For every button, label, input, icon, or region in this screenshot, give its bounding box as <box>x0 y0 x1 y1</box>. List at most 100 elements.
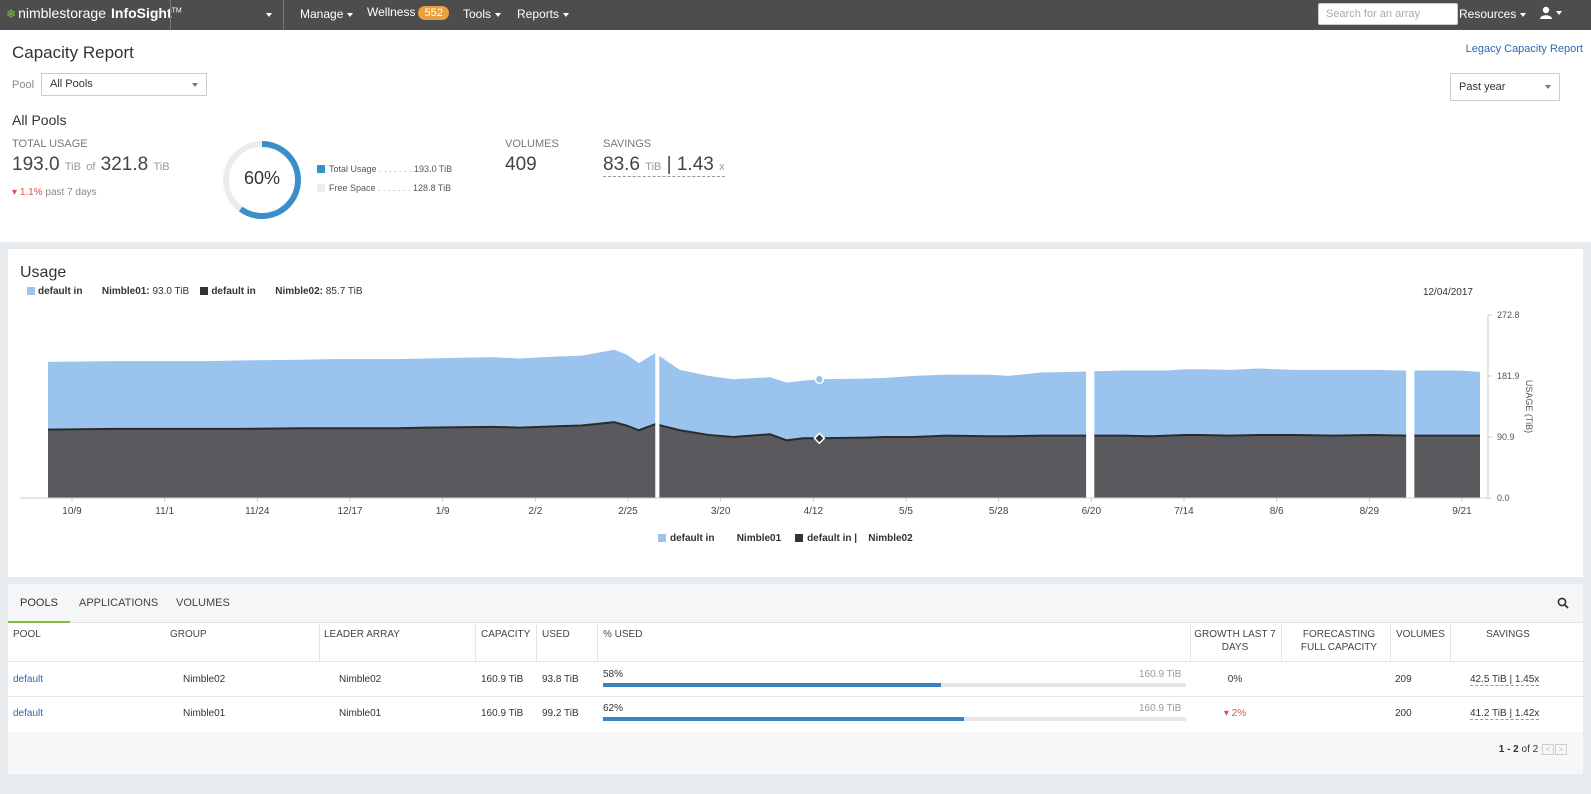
savings-label: SAVINGS <box>603 138 652 150</box>
col-header-volumes[interactable]: VOLUMES <box>1396 628 1445 641</box>
total-usage-value: 193.0 TiB of 321.8 TiB <box>12 154 170 176</box>
nav-manage[interactable]: Manage <box>300 7 354 21</box>
col-header-percent-used[interactable]: % USED <box>603 628 642 641</box>
x-tick-label: 12/17 <box>337 506 362 517</box>
x-tick-label: 3/20 <box>711 506 731 517</box>
x-tick-label: 5/5 <box>899 506 913 517</box>
col-header-savings[interactable]: SAVINGS <box>1458 628 1558 641</box>
table-row[interactable]: default Nimble02 Nimble02 160.9 TiB 93.8… <box>8 661 1583 697</box>
data-gap <box>1406 305 1415 498</box>
savings-separator: | <box>666 154 672 175</box>
pool-label: Pool <box>12 79 35 91</box>
usage-unit: TiB <box>64 161 81 173</box>
brand-name: nimblestorage <box>18 5 106 21</box>
legend2-name: Nimble02: <box>275 286 324 297</box>
delta-value: 1.1% <box>19 187 43 198</box>
usage-progress-fill <box>603 683 942 687</box>
cell-pool-link[interactable]: default <box>13 708 43 719</box>
x-tick-label: 8/6 <box>1270 506 1284 517</box>
usage-bottom-legend[interactable]: default in Nimble01 default in | Nimble0… <box>658 533 913 544</box>
context-dropdown[interactable] <box>262 7 272 21</box>
legend-label: Total Usage <box>329 164 377 174</box>
column-divider <box>536 623 537 661</box>
y-tick-label: 0.0 <box>1497 493 1510 503</box>
nav-resources[interactable]: Resources <box>1459 7 1527 21</box>
nav-tools[interactable]: Tools <box>463 7 502 21</box>
x-tick-label: 2/2 <box>528 506 542 517</box>
usage-amount: 193.0 <box>12 154 60 175</box>
x-tick-label: 10/9 <box>62 506 82 517</box>
cell-savings[interactable]: 42.5 TiB | 1.45x <box>1470 674 1540 686</box>
x-tick-label: 7/14 <box>1174 506 1194 517</box>
growth-value: 2% <box>1231 708 1247 719</box>
hover-marker-nimble01 <box>814 374 825 385</box>
legend1-value: 93.0 TiB <box>152 286 190 297</box>
capacity-amount: 321.8 <box>100 154 149 175</box>
column-divider <box>475 623 476 661</box>
table-footer: 1 - 2 of 2 < > <box>8 732 1583 774</box>
legend-swatch <box>317 165 325 173</box>
nav-divider <box>170 0 171 30</box>
cell-group: Nimble02 <box>183 674 226 685</box>
cell-percent-label: 62% <box>603 703 624 714</box>
pagination: 1 - 2 of 2 < > <box>1499 744 1567 755</box>
brand-logo[interactable]: ❄ nimblestorage InfoSightTM <box>6 5 182 21</box>
table-row[interactable]: default Nimble01 Nimble01 160.9 TiB 99.2… <box>8 697 1583 733</box>
savings-amount: 83.6 <box>603 154 640 175</box>
volumes-label: VOLUMES <box>505 138 559 150</box>
tab-pools[interactable]: POOLS <box>8 584 70 623</box>
legend1-name: Nimble01: <box>101 286 150 297</box>
legend2-value: 85.7 TiB <box>325 286 363 297</box>
usage-top-legend: default in Nimble01: 93.0 TiB default in… <box>27 286 363 297</box>
usage-progress-bar <box>603 683 1186 687</box>
next-page-button[interactable]: > <box>1555 744 1567 755</box>
legend1-prefix: default in <box>38 286 83 297</box>
wellness-count-badge: 552 <box>418 6 449 20</box>
nav-resources-label: Resources <box>1459 7 1517 21</box>
bottom-legend2-prefix: default in | <box>807 533 858 544</box>
cell-leader-array: Nimble02 <box>339 674 382 685</box>
savings-value[interactable]: 83.6 TiB | 1.43 x <box>603 154 725 177</box>
col-header-pool[interactable]: POOL <box>13 628 41 641</box>
legend-free-space: Free Space . . . . . . . 128.8 TiB <box>317 183 451 193</box>
col-header-group[interactable]: GROUP <box>170 628 207 641</box>
caret-down-icon <box>495 12 502 17</box>
search-icon[interactable] <box>1557 597 1569 609</box>
tab-applications[interactable]: APPLICATIONS <box>67 584 170 623</box>
nav-reports[interactable]: Reports <box>517 7 570 21</box>
y-tick-label: 90.9 <box>1497 432 1515 442</box>
x-tick-label: 11/24 <box>245 506 270 517</box>
usage-progress-fill <box>603 717 965 721</box>
col-header-forecast[interactable]: FORECASTING FULL CAPACITY <box>1290 628 1388 654</box>
time-range-select[interactable]: Past year <box>1450 73 1560 101</box>
page-title: Capacity Report <box>12 43 134 62</box>
col-header-used[interactable]: USED <box>542 628 570 641</box>
column-divider <box>1281 623 1282 661</box>
col-header-capacity[interactable]: CAPACITY <box>481 628 530 641</box>
array-search-input[interactable] <box>1318 3 1458 25</box>
section-title: All Pools <box>12 112 67 128</box>
pager-total: of 2 <box>1521 744 1539 756</box>
caret-down-icon <box>1556 10 1562 15</box>
column-divider <box>1190 623 1191 661</box>
cell-pool-link[interactable]: default <box>13 674 43 685</box>
col-header-growth[interactable]: GROWTH LAST 7 DAYS <box>1194 628 1276 654</box>
legend-swatch <box>317 184 325 192</box>
down-triangle-icon: ▾ <box>1223 708 1229 719</box>
legacy-report-link[interactable]: Legacy Capacity Report <box>1466 43 1583 55</box>
col-header-leader-array[interactable]: LEADER ARRAY <box>324 628 400 641</box>
nav-wellness[interactable]: Wellness 552 <box>367 5 449 20</box>
cell-savings[interactable]: 41.2 TiB | 1.42x <box>1470 708 1540 720</box>
x-tick-label: 4/12 <box>804 506 824 517</box>
cell-growth: ▾ 2% <box>1194 708 1276 719</box>
pool-select[interactable]: All Pools <box>41 73 207 96</box>
prev-page-button[interactable]: < <box>1542 744 1554 755</box>
down-triangle-icon: ▾ <box>12 187 18 198</box>
tab-volumes[interactable]: VOLUMES <box>164 584 242 623</box>
legend-swatch-nimble01 <box>27 287 35 295</box>
table-tabs: POOLS APPLICATIONS VOLUMES <box>8 584 1583 623</box>
user-menu[interactable] <box>1540 5 1562 20</box>
pager-range: 1 - 2 <box>1498 744 1519 756</box>
trademark: TM <box>171 7 182 15</box>
delta-period: past 7 days <box>45 187 97 198</box>
